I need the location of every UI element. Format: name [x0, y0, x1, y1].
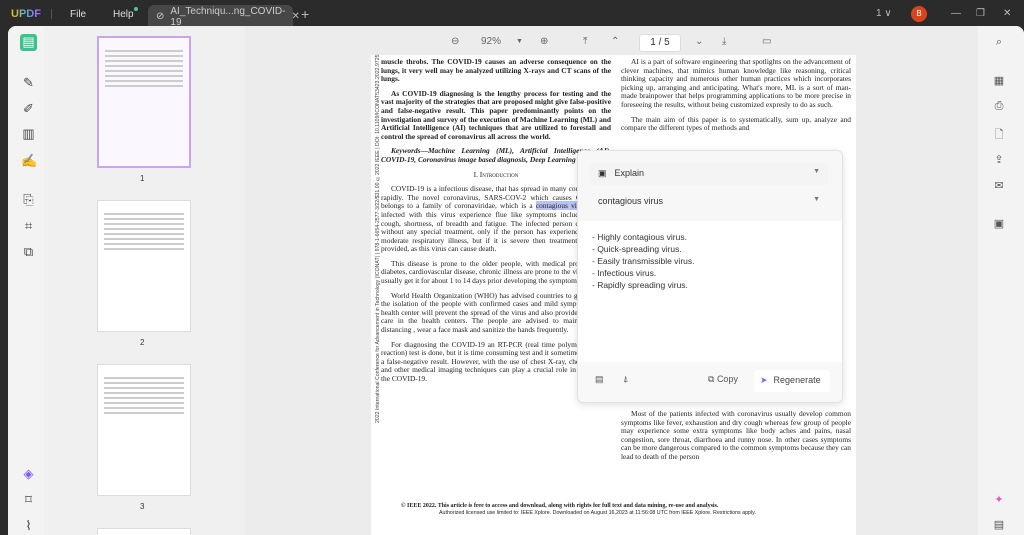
query-select[interactable]: contagious virus ▼ — [590, 191, 828, 213]
page-footer: © IEEE 2022. This article is free to acc… — [401, 503, 756, 517]
new-tab-button[interactable]: + — [301, 6, 309, 22]
answer-list: - Highly contagious virus. - Quick-sprea… — [592, 231, 695, 291]
abstract-text: muscle throbs. The COVID-19 causes an ad… — [381, 57, 611, 84]
previous-page-icon[interactable]: ⌃ — [611, 36, 619, 47]
page-number: 3 — [140, 502, 145, 511]
reader-mode-icon[interactable]: ▤ — [20, 34, 37, 51]
convert-icon[interactable]: ⎙ — [992, 100, 1006, 113]
workspace: ▤ ✎ ✐ ▥ ✍ ⎘ ⌗ ⧉ ◈ ⌑ ⌇ 1 2 3 ⊖ 92% ▼ ⊕ ⤒ … — [8, 26, 1024, 535]
chevron-down-icon: ▼ — [813, 196, 820, 203]
divider — [51, 9, 52, 19]
view-toolbar: ⊖ 92% ▼ ⊕ ⤒ ⌃ 1 / 5 ⌄ ⤓ ▭ — [245, 32, 978, 54]
next-page-icon[interactable]: ⌄ — [695, 36, 703, 47]
zoom-dropdown-icon[interactable]: ▼ — [516, 38, 523, 45]
maximize-button[interactable]: ❐ — [976, 8, 985, 19]
copy-button[interactable]: ⧉ Copy — [708, 374, 738, 385]
mode-label: Explain — [614, 168, 645, 178]
answer-item: - Quick-spreading virus. — [592, 244, 682, 254]
minimize-button[interactable]: — — [951, 8, 961, 19]
left-tool-strip: ▤ ✎ ✐ ▥ ✍ ⎘ ⌗ ⧉ ◈ ⌑ ⌇ — [8, 26, 44, 535]
comment-icon[interactable]: ✎ — [21, 75, 36, 90]
zoom-in-icon[interactable]: ⊕ — [540, 36, 548, 47]
edit-pdf-icon[interactable]: ✐ — [21, 101, 36, 116]
zoom-out-icon[interactable]: ⊖ — [451, 36, 459, 47]
right-column: AI is a part of software engineering tha… — [621, 57, 851, 460]
zoom-level[interactable]: 92% — [481, 36, 501, 47]
ocr-icon[interactable]: ▦ — [992, 74, 1006, 87]
right-tool-strip: ⌕ ▦ ⎙ 🗋 ⇪ ✉ ▣ ✦ ▤ — [978, 26, 1024, 535]
share-icon[interactable]: ⇪ — [992, 153, 1006, 166]
close-tab-icon[interactable]: ✕ — [291, 11, 299, 22]
page-thumbnail-3[interactable] — [97, 364, 191, 496]
answer-item: - Highly contagious virus. — [592, 232, 687, 242]
bookmark-icon[interactable]: ⌑ — [21, 492, 36, 507]
page-input[interactable]: 1 / 5 — [639, 34, 681, 52]
answer-item: - Infectious virus. — [592, 268, 657, 278]
popup-actions: ▤ ⍋ ⧉ Copy ➤ Regenerate — [578, 362, 842, 402]
close-window-button[interactable]: ✕ — [1003, 8, 1011, 19]
ai-explain-popup: ▣ Explain ▼ contagious virus ▼ - Highly … — [577, 150, 843, 403]
form-icon[interactable]: ▥ — [21, 126, 36, 141]
paragraph: AI is a part of software engineering tha… — [621, 57, 851, 109]
page-thumbnail-1[interactable] — [97, 36, 191, 168]
search-icon[interactable]: ⌕ — [992, 36, 1006, 49]
explain-icon: ▣ — [598, 168, 607, 178]
paragraph: Most of the patients infected with coron… — [621, 409, 851, 461]
highlight-icon[interactable]: ⍋ — [623, 374, 628, 385]
copyright-text: © IEEE 2022. This article is free to acc… — [401, 503, 719, 509]
menu-help[interactable]: Help — [113, 9, 134, 20]
last-page-icon[interactable]: ⤓ — [722, 36, 726, 47]
send-icon: ➤ — [760, 375, 768, 385]
answer-item: - Easily transmissible virus. — [592, 256, 695, 266]
mode-select[interactable]: ▣ Explain ▼ — [590, 163, 828, 185]
page-number: 2 — [140, 338, 145, 347]
attachment-icon[interactable]: ⌇ — [21, 518, 36, 533]
title-bar: UPDF File Help ⊘ AI_Techniqu...ng_COVID-… — [0, 0, 1024, 28]
page-thumbnail-2[interactable] — [97, 200, 191, 332]
paragraph: The main aim of this paper is to systema… — [621, 114, 851, 133]
layers-icon[interactable]: ◈ — [21, 466, 36, 481]
protect-icon[interactable]: 🗋 — [992, 126, 1006, 145]
save-icon[interactable]: ▣ — [992, 217, 1006, 230]
document-icon: ⊘ — [156, 11, 165, 22]
presentation-icon[interactable]: ▭ — [762, 36, 771, 47]
email-icon[interactable]: ✉ — [992, 179, 1006, 192]
sign-icon[interactable]: ✍ — [21, 153, 37, 168]
account-switcher[interactable]: 1 ∨ — [876, 8, 892, 19]
license-text: Authorized licensed use limited to: IEEE… — [439, 510, 756, 516]
chevron-down-icon: ▼ — [813, 168, 820, 175]
ocr-icon[interactable]: ⧉ — [21, 244, 36, 259]
copy-label: Copy — [716, 374, 738, 384]
page-number: 1 — [140, 174, 145, 183]
notification-dot — [134, 7, 138, 11]
query-text: contagious virus — [598, 196, 664, 206]
updf-logo: UPDF — [11, 8, 41, 20]
regenerate-button[interactable]: ➤ Regenerate — [754, 370, 830, 392]
first-page-icon[interactable]: ⤒ — [583, 36, 587, 47]
ai-assistant-icon[interactable]: ✦ — [992, 493, 1006, 506]
comment-list-icon[interactable]: ▤ — [992, 518, 1006, 531]
thumbnail-panel: 1 2 3 — [44, 26, 245, 535]
crop-icon[interactable]: ⌗ — [21, 218, 36, 233]
organize-pages-icon[interactable]: ⎘ — [21, 192, 36, 207]
document-tab[interactable]: ⊘ AI_Techniqu...ng_COVID-19 ✕ — [148, 5, 300, 28]
regenerate-label: Regenerate — [773, 375, 821, 385]
avatar[interactable]: B — [911, 6, 927, 22]
page-thumbnail-4[interactable] — [97, 528, 191, 535]
tab-title: AI_Techniqu...ng_COVID-19 — [170, 5, 286, 28]
menu-file[interactable]: File — [70, 9, 86, 20]
abstract-text: As COVID-19 diagnosing is the lengthy pr… — [381, 88, 611, 141]
answer-item: - Rapidly spreading virus. — [592, 280, 688, 290]
add-note-icon[interactable]: ▤ — [595, 374, 604, 385]
